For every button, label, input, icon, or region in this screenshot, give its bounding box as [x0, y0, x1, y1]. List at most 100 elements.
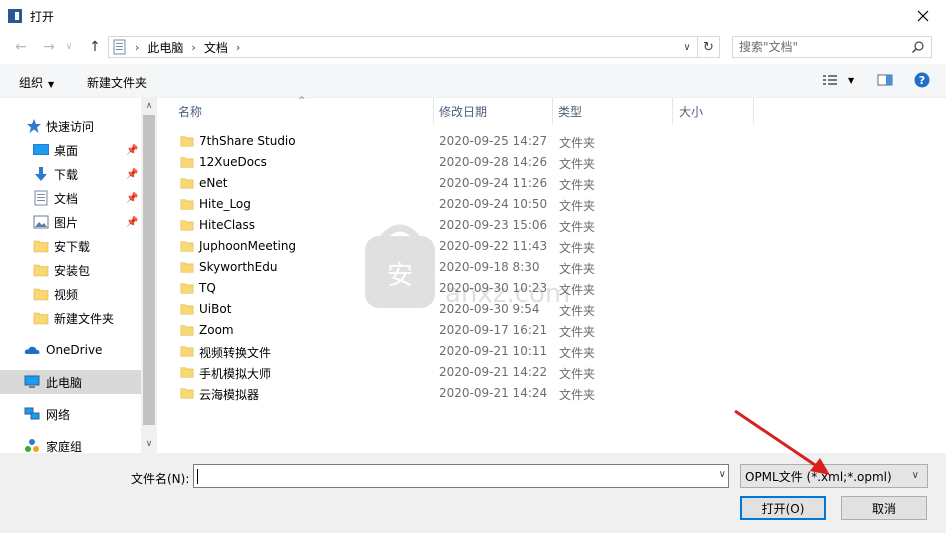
- cancel-button[interactable]: 取消: [841, 496, 927, 520]
- file-row[interactable]: Zoom 2020-09-17 16:21 文件夹: [174, 320, 634, 341]
- pin-icon: 📌: [126, 168, 139, 180]
- nav-item-installers[interactable]: 安装包: [0, 258, 141, 282]
- column-name-label: 名称: [178, 104, 203, 119]
- file-modified-date: 2020-09-17 16:21: [439, 323, 548, 337]
- chevron-down-icon: ∨: [65, 42, 73, 52]
- nav-item-this-pc[interactable]: 此电脑: [0, 370, 141, 394]
- column-divider[interactable]: [433, 98, 434, 124]
- file-type: 文件夹: [559, 178, 596, 192]
- filename-field[interactable]: ∨: [193, 464, 729, 488]
- folder-icon: [180, 304, 194, 315]
- star-icon: [27, 119, 41, 133]
- column-divider[interactable]: [552, 98, 553, 124]
- refresh-button[interactable]: ↻: [698, 36, 720, 58]
- document-icon: [34, 190, 48, 206]
- file-row[interactable]: eNet 2020-09-24 11:26 文件夹: [174, 173, 634, 194]
- nav-item-label: 新建文件夹: [54, 311, 115, 326]
- back-button[interactable]: ←: [10, 37, 32, 57]
- forward-button[interactable]: →: [38, 37, 60, 57]
- breadcrumb-this-pc[interactable]: 此电脑: [147, 39, 183, 56]
- nav-item-anxiazai[interactable]: 安下载: [0, 234, 141, 258]
- file-name: 视频转换文件: [199, 346, 272, 360]
- help-button[interactable]: ?: [914, 72, 930, 91]
- folder-icon: [180, 199, 194, 210]
- file-row[interactable]: 7thShare Studio 2020-09-25 14:27 文件夹: [174, 131, 634, 152]
- address-bar-row: ← → ∨ ↑ › 此电脑 › 文档 › ∨ ↻: [0, 32, 946, 62]
- folder-icon: [180, 220, 194, 231]
- file-name: 手机模拟大师: [199, 367, 272, 381]
- new-folder-button[interactable]: 新建文件夹: [87, 74, 147, 91]
- scrollbar-thumb[interactable]: [143, 115, 155, 425]
- folder-icon: [180, 325, 194, 336]
- column-divider[interactable]: [672, 98, 673, 124]
- sort-up-icon: ^: [298, 96, 306, 106]
- file-row[interactable]: 12XueDocs 2020-09-28 14:26 文件夹: [174, 152, 634, 173]
- folder-icon: [180, 283, 194, 294]
- cloud-icon: [24, 346, 40, 354]
- navigation-pane: 快速访问 桌面 📌 下载 📌 文档 📌 图片 📌 安下载 安装包 视频 新建文件…: [0, 98, 157, 454]
- search-input[interactable]: [739, 40, 909, 54]
- nav-item-documents[interactable]: 文档 📌: [0, 186, 141, 210]
- column-header-type[interactable]: 类型: [558, 98, 582, 124]
- file-type: 文件夹: [559, 367, 596, 381]
- folder-icon: [180, 241, 194, 252]
- address-box[interactable]: › 此电脑 › 文档 › ∨: [108, 36, 698, 58]
- folder-icon: [180, 388, 194, 399]
- file-type: 文件夹: [559, 199, 596, 213]
- file-name: 12XueDocs: [199, 155, 267, 169]
- breadcrumb-documents[interactable]: 文档: [204, 39, 228, 56]
- chevron-down-icon: ∨: [911, 470, 919, 481]
- file-row[interactable]: 视频转换文件 2020-09-21 10:11 文件夹: [174, 341, 634, 362]
- chevron-down-icon[interactable]: ∨: [719, 469, 726, 480]
- file-name: TQ: [199, 281, 216, 295]
- nav-item-onedrive[interactable]: OneDrive: [0, 338, 141, 362]
- chevron-down-icon: ∨: [683, 41, 691, 53]
- watermark-logo: 安 anxz.com: [365, 224, 570, 309]
- nav-item-pictures[interactable]: 图片 📌: [0, 210, 141, 234]
- file-name: SkyworthEdu: [199, 260, 278, 274]
- nav-item-label: OneDrive: [46, 343, 103, 357]
- nav-item-new-folder[interactable]: 新建文件夹: [0, 306, 141, 330]
- nav-item-desktop[interactable]: 桌面 📌: [0, 138, 141, 162]
- scroll-down-button[interactable]: ∨: [141, 436, 157, 452]
- file-row[interactable]: Hite_Log 2020-09-24 10:50 文件夹: [174, 194, 634, 215]
- chevron-up-icon: ∧: [145, 101, 153, 111]
- up-button[interactable]: ↑: [84, 37, 106, 57]
- preview-pane-button[interactable]: [877, 73, 893, 90]
- search-box[interactable]: [732, 36, 932, 58]
- column-header-name[interactable]: 名称: [178, 98, 202, 124]
- arrow-up-icon: ↑: [89, 39, 101, 55]
- organize-button[interactable]: 组织 ▼: [19, 74, 54, 91]
- change-view-button[interactable]: [822, 73, 838, 90]
- file-modified-date: 2020-09-24 10:50: [439, 197, 548, 211]
- open-button[interactable]: 打开(O): [740, 496, 826, 520]
- column-header-size[interactable]: 大小: [679, 98, 703, 124]
- filename-input[interactable]: [197, 466, 707, 486]
- column-type-label: 类型: [558, 104, 583, 119]
- view-options-dropdown[interactable]: ▼: [848, 76, 854, 85]
- scroll-up-button[interactable]: ∧: [141, 98, 157, 114]
- column-size-label: 大小: [679, 104, 704, 119]
- recent-locations-button[interactable]: ∨: [58, 37, 80, 57]
- nav-item-label: 安装包: [54, 263, 91, 278]
- watermark-text: anxz.com: [445, 279, 570, 309]
- nav-item-downloads[interactable]: 下载 📌: [0, 162, 141, 186]
- address-dropdown-button[interactable]: ∨: [677, 37, 697, 57]
- view-details-icon: [823, 75, 837, 85]
- pin-icon: 📌: [126, 192, 139, 204]
- file-type: 文件夹: [559, 157, 596, 171]
- red-annotation-arrow: [734, 409, 830, 475]
- column-header-date[interactable]: 修改日期: [439, 98, 487, 124]
- cancel-label: 取消: [871, 501, 896, 516]
- column-divider[interactable]: [753, 98, 754, 124]
- file-row[interactable]: 云海模拟器 2020-09-21 14:24 文件夹: [174, 383, 634, 404]
- nav-item-quick-access[interactable]: 快速访问: [0, 114, 141, 138]
- nav-item-network[interactable]: 网络: [0, 402, 141, 426]
- nav-scrollbar[interactable]: ∧ ∨: [141, 98, 157, 453]
- nav-item-label: 此电脑: [46, 375, 83, 390]
- file-modified-date: 2020-09-21 14:22: [439, 365, 548, 379]
- close-button[interactable]: [900, 0, 946, 32]
- folder-icon: [33, 288, 49, 301]
- file-row[interactable]: 手机模拟大师 2020-09-21 14:22 文件夹: [174, 362, 634, 383]
- nav-item-videos[interactable]: 视频: [0, 282, 141, 306]
